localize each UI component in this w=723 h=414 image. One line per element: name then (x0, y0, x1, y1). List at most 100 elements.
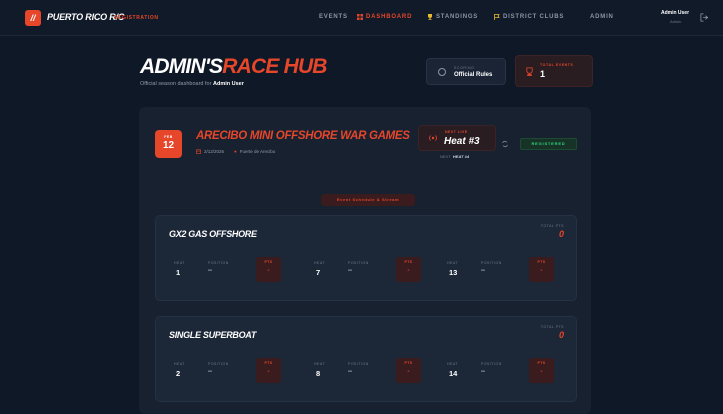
heat-label: HEAT (447, 362, 459, 366)
points-value: - (407, 369, 410, 375)
points-box: PTS - (529, 358, 554, 383)
heat-result: HEAT 8 POSITION -- PTS - (309, 358, 434, 387)
points-value: - (407, 268, 410, 274)
page-title-accent: RACE HUB (222, 55, 327, 78)
points-box: PTS - (256, 257, 281, 282)
heat-result: HEAT 1 POSITION -- PTS - (169, 257, 294, 286)
user-name[interactable]: Admin User (655, 10, 695, 16)
position-label: POSITION (208, 362, 229, 366)
points-value: - (540, 268, 543, 274)
nav-link-admin[interactable]: ADMIN (590, 14, 614, 20)
class-name: GX2 GAS OFFSHORE (169, 229, 257, 239)
location-pin-icon: ● (234, 149, 237, 154)
total-pts-label: TOTAL PTS (540, 224, 564, 228)
logo-glyph: // (30, 13, 36, 23)
position-value: -- (348, 268, 352, 274)
total-events-label: TOTAL EVENTS (540, 63, 574, 67)
nav-link-events[interactable]: EVENTS (319, 14, 348, 20)
nav-link-events-label: EVENTS (319, 14, 348, 20)
page-subtitle-user: Admin User (212, 81, 244, 87)
brand-subtitle: REGISTRATION (114, 15, 159, 21)
position-value: -- (481, 369, 485, 375)
calendar-icon (196, 149, 201, 154)
nav-link-district-clubs[interactable]: DISTRICT CLUBS (494, 14, 564, 20)
official-rules-button[interactable]: SCORING Official Rules (426, 58, 506, 85)
points-box: PTS - (256, 358, 281, 383)
heat-number: 1 (176, 268, 181, 277)
heat-number: 7 (316, 268, 321, 277)
flag-icon (494, 14, 500, 20)
points-box: PTS - (396, 358, 421, 383)
nav-link-standings[interactable]: STANDINGS (427, 14, 478, 20)
position-value: -- (208, 268, 212, 274)
position-value: -- (348, 369, 352, 375)
rules-value: Official Rules (454, 72, 493, 78)
brand-name[interactable]: PUERTO RICO R/C (47, 12, 124, 22)
nav-link-district-clubs-label: DISTRICT CLUBS (503, 14, 565, 20)
heat-number: 14 (449, 369, 458, 378)
event-day: 12 (162, 140, 175, 151)
next-heat-value: HEAT #4 (452, 154, 470, 159)
heat-number: 2 (176, 369, 181, 378)
heat-result: HEAT 13 POSITION -- PTS - (442, 257, 567, 286)
points-value: - (267, 268, 270, 274)
heat-number: 13 (449, 268, 458, 277)
event-date-text: 2/12/2026 (204, 149, 225, 154)
points-label: PTS (264, 260, 273, 264)
heat-label: HEAT (447, 261, 459, 265)
nav-link-dashboard[interactable]: DASHBOARD (357, 14, 412, 20)
points-label: PTS (404, 361, 413, 365)
broadcast-icon (429, 135, 437, 141)
points-label: PTS (404, 260, 413, 264)
live-heat-value: Heat #3 (444, 136, 480, 147)
event-location: ● Fuerte de Arecibo (234, 149, 275, 154)
top-navbar: // PUERTO RICO R/C REGISTRATION EVENTS D… (0, 0, 723, 36)
event-schedule-button[interactable]: Event Schedule & Stream (321, 194, 415, 206)
heat-result: HEAT 14 POSITION -- PTS - (442, 358, 567, 387)
page-title: ADMIN'SRACE HUB (140, 55, 327, 79)
points-box: PTS - (396, 257, 421, 282)
points-label: PTS (537, 260, 546, 264)
position-value: -- (481, 268, 485, 274)
total-events-value: 1 (540, 69, 546, 79)
heat-label: HEAT (174, 261, 186, 265)
heat-result: HEAT 7 POSITION -- PTS - (309, 257, 434, 286)
page-subtitle: Official season dashboard for Admin User (140, 81, 244, 87)
page-subtitle-prefix: Official season dashboard for (140, 81, 213, 87)
heat-result: HEAT 2 POSITION -- PTS - (169, 358, 294, 387)
trophy-icon (428, 14, 432, 20)
live-heat-box[interactable]: NEXT LIVE Heat #3 (418, 125, 496, 151)
registration-status-badge: REGISTERED (520, 138, 577, 150)
class-card: SINGLE SUPERBOAT TOTAL PTS 0 HEAT 2 POSI… (155, 316, 577, 402)
logo-icon[interactable]: // (25, 10, 41, 26)
position-label: POSITION (208, 261, 229, 265)
event-date-badge: FEB 12 (155, 130, 182, 158)
event-title[interactable]: ARECIBO MINI OFFSHORE WAR GAMES (196, 130, 410, 142)
dashboard-icon (357, 14, 363, 20)
event-location-text: Fuerte de Arecibo (239, 149, 276, 154)
points-value: - (540, 369, 543, 375)
rules-label: SCORING (454, 66, 475, 70)
trophy-icon (526, 67, 533, 76)
position-label: POSITION (481, 261, 502, 265)
refresh-icon[interactable] (501, 140, 509, 148)
heat-label: HEAT (314, 261, 326, 265)
total-pts-label: TOTAL PTS (540, 325, 564, 329)
nav-link-admin-label: ADMIN (590, 14, 614, 20)
points-value: - (267, 369, 270, 375)
heat-label: HEAT (174, 362, 186, 366)
total-pts-value: 0 (558, 229, 564, 239)
total-pts-value: 0 (558, 330, 564, 340)
points-label: PTS (537, 361, 546, 365)
heat-number: 8 (316, 369, 321, 378)
logout-icon[interactable] (700, 13, 709, 22)
next-heat-label: NEXT (440, 154, 451, 159)
info-icon (438, 68, 446, 76)
event-month: FEB (164, 135, 173, 139)
points-box: PTS - (529, 257, 554, 282)
nav-link-standings-label: STANDINGS (436, 14, 479, 20)
position-label: POSITION (348, 362, 369, 366)
page-title-main: ADMIN'S (140, 55, 223, 78)
heat-label: HEAT (314, 362, 326, 366)
class-card: GX2 GAS OFFSHORE TOTAL PTS 0 HEAT 1 POSI… (155, 215, 577, 301)
